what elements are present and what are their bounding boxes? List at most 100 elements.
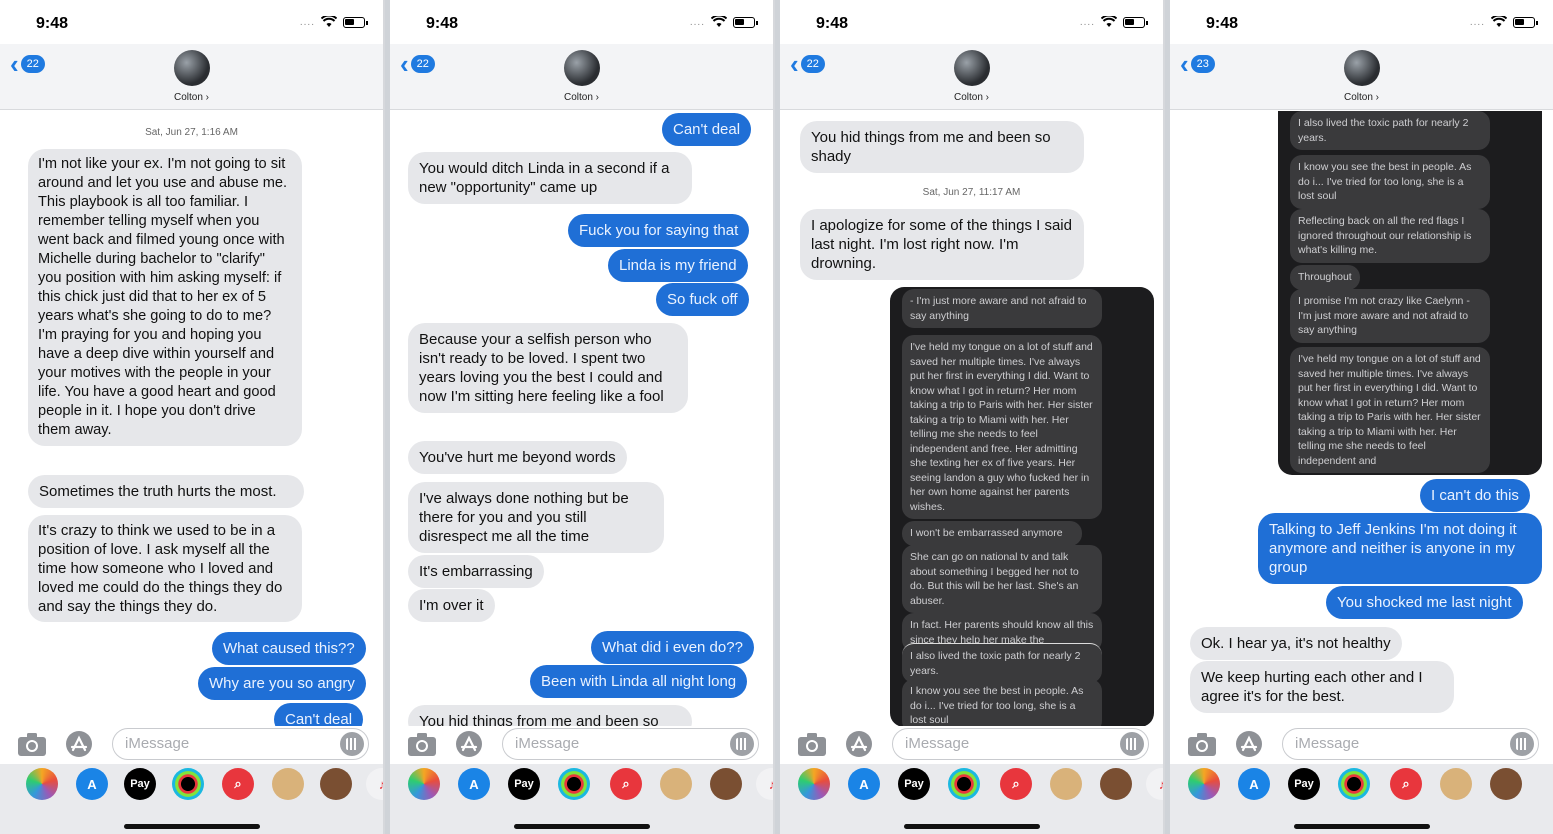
audio-record-icon[interactable]: [1120, 732, 1144, 756]
contact-name[interactable]: Colton ›: [390, 92, 773, 103]
message-thread[interactable]: Sat, Jun 27, 1:16 AM I'm not like your e…: [0, 111, 383, 726]
app-drawer: A Pay ⌕ ♪: [390, 764, 773, 834]
message-sent: Can't deal: [274, 703, 364, 726]
message-received: We keep hurting each other and I agree i…: [1190, 661, 1454, 713]
contact-avatar[interactable]: [563, 50, 600, 86]
message-input[interactable]: iMessage: [1282, 728, 1539, 760]
battery-icon: [1513, 16, 1538, 28]
back-button[interactable]: ‹ 23: [1180, 51, 1215, 77]
back-button[interactable]: ‹ 22: [400, 49, 435, 79]
image-search-icon[interactable]: ⌕: [1390, 768, 1422, 800]
camera-icon[interactable]: [406, 730, 438, 758]
camera-icon[interactable]: [796, 730, 828, 758]
message-sent: What caused this??: [212, 632, 366, 665]
back-button[interactable]: ‹ 22: [790, 51, 825, 77]
message-received: I've always done nothing but be there fo…: [408, 482, 664, 553]
app-store-app-icon[interactable]: A: [848, 768, 880, 800]
activity-app-icon[interactable]: [1338, 768, 1370, 800]
app-store-app-icon[interactable]: A: [76, 768, 108, 800]
apple-pay-icon[interactable]: Pay: [1288, 768, 1320, 800]
animoji-monkey-icon[interactable]: [272, 768, 304, 800]
app-store-icon[interactable]: [844, 729, 874, 759]
message-received: You hid things from me and been so shady: [800, 121, 1084, 173]
wifi-icon: [1491, 16, 1507, 27]
app-store-app-icon[interactable]: A: [458, 768, 490, 800]
animoji-monkey-icon[interactable]: [1050, 768, 1082, 800]
app-store-icon[interactable]: [64, 729, 94, 759]
home-indicator[interactable]: [1293, 824, 1430, 829]
chevron-left-icon: ‹: [400, 49, 409, 79]
message-sent: Fuck you for saying that: [568, 214, 750, 247]
signal-icon: ....: [689, 16, 705, 28]
memoji-icon[interactable]: [710, 768, 742, 800]
phone-screen-3: 9:48 .... ‹ 22 Colton › You hid things fr…: [780, 0, 1165, 834]
unread-badge: 23: [1190, 55, 1215, 73]
home-indicator[interactable]: [123, 824, 260, 829]
contact-name[interactable]: Colton ›: [0, 92, 383, 103]
photos-app-icon[interactable]: [1188, 768, 1220, 800]
music-icon[interactable]: ♪: [756, 768, 773, 800]
contact-avatar[interactable]: [953, 50, 990, 86]
message-input[interactable]: iMessage: [502, 728, 759, 760]
activity-app-icon[interactable]: [172, 768, 204, 800]
memoji-icon[interactable]: [1100, 768, 1132, 800]
animoji-monkey-icon[interactable]: [660, 768, 692, 800]
message-received: I apologize for some of the things I sai…: [800, 209, 1084, 280]
message-sent: Been with Linda all night long: [530, 665, 748, 698]
contact-name[interactable]: Colton ›: [780, 92, 1163, 103]
message-sent: You shocked me last night: [1326, 586, 1523, 619]
message-sent: So fuck off: [656, 283, 749, 316]
message-input[interactable]: iMessage: [892, 728, 1149, 760]
conversation-header: ‹ 23 Colton ›: [1170, 44, 1553, 110]
activity-app-icon[interactable]: [948, 768, 980, 800]
memoji-icon[interactable]: [1490, 768, 1522, 800]
audio-record-icon[interactable]: [340, 732, 364, 756]
screenshot-message: I also lived the toxic path for nearly 2…: [1290, 111, 1490, 150]
message-received: I'm not like your ex. I'm not going to s…: [28, 149, 302, 446]
message-thread[interactable]: I also lived the toxic path for nearly 2…: [1170, 111, 1553, 726]
image-search-icon[interactable]: ⌕: [222, 768, 254, 800]
contact-name[interactable]: Colton ›: [1170, 92, 1553, 103]
contact-avatar[interactable]: [1343, 50, 1380, 86]
apple-pay-icon[interactable]: Pay: [124, 768, 156, 800]
image-search-icon[interactable]: ⌕: [610, 768, 642, 800]
app-store-app-icon[interactable]: A: [1238, 768, 1270, 800]
music-icon[interactable]: ♪: [1146, 768, 1163, 800]
photos-app-icon[interactable]: [798, 768, 830, 800]
forwarded-screenshot[interactable]: - I'm just more aware and not afraid to …: [890, 287, 1154, 726]
audio-record-icon[interactable]: [1510, 732, 1534, 756]
image-search-icon[interactable]: ⌕: [1000, 768, 1032, 800]
activity-app-icon[interactable]: [558, 768, 590, 800]
signal-icon: ....: [1079, 16, 1095, 28]
memoji-icon[interactable]: [320, 768, 352, 800]
music-icon[interactable]: ♪: [366, 768, 383, 800]
message-received: Ok. I hear ya, it's not healthy: [1190, 627, 1402, 660]
conversation-header: ‹ 22 Colton ›: [390, 44, 773, 110]
status-bar: 9:48 ....: [390, 0, 773, 44]
status-icons: ....: [1470, 16, 1538, 28]
app-store-icon[interactable]: [454, 729, 484, 759]
home-indicator[interactable]: [903, 824, 1040, 829]
apple-pay-icon[interactable]: Pay: [898, 768, 930, 800]
screenshot-message: Reflecting back on all the red flags I i…: [1290, 209, 1490, 263]
message-thread[interactable]: You hid things from me and been so shady…: [780, 111, 1163, 726]
message-thread[interactable]: Can't deal You would ditch Linda in a se…: [390, 111, 773, 726]
contact-avatar[interactable]: [173, 50, 210, 86]
message-received: It's crazy to think we used to be in a p…: [28, 515, 302, 622]
animoji-monkey-icon[interactable]: [1440, 768, 1472, 800]
message-input[interactable]: iMessage: [112, 728, 369, 760]
back-button[interactable]: ‹ 22: [10, 51, 45, 77]
photos-app-icon[interactable]: [26, 768, 58, 800]
camera-icon[interactable]: [1186, 730, 1218, 758]
battery-icon: [1123, 16, 1148, 28]
camera-icon[interactable]: [16, 730, 48, 758]
phone-screen-2: 9:48 .... ‹ 22 Colton › Can't deal You wo…: [390, 0, 775, 834]
audio-record-icon[interactable]: [730, 732, 754, 756]
apple-pay-icon[interactable]: Pay: [508, 768, 540, 800]
input-placeholder: iMessage: [125, 735, 190, 752]
forwarded-screenshot[interactable]: I also lived the toxic path for nearly 2…: [1278, 111, 1542, 475]
wifi-icon: [321, 16, 337, 27]
home-indicator[interactable]: [513, 824, 650, 829]
photos-app-icon[interactable]: [408, 768, 440, 800]
app-store-icon[interactable]: [1234, 729, 1264, 759]
